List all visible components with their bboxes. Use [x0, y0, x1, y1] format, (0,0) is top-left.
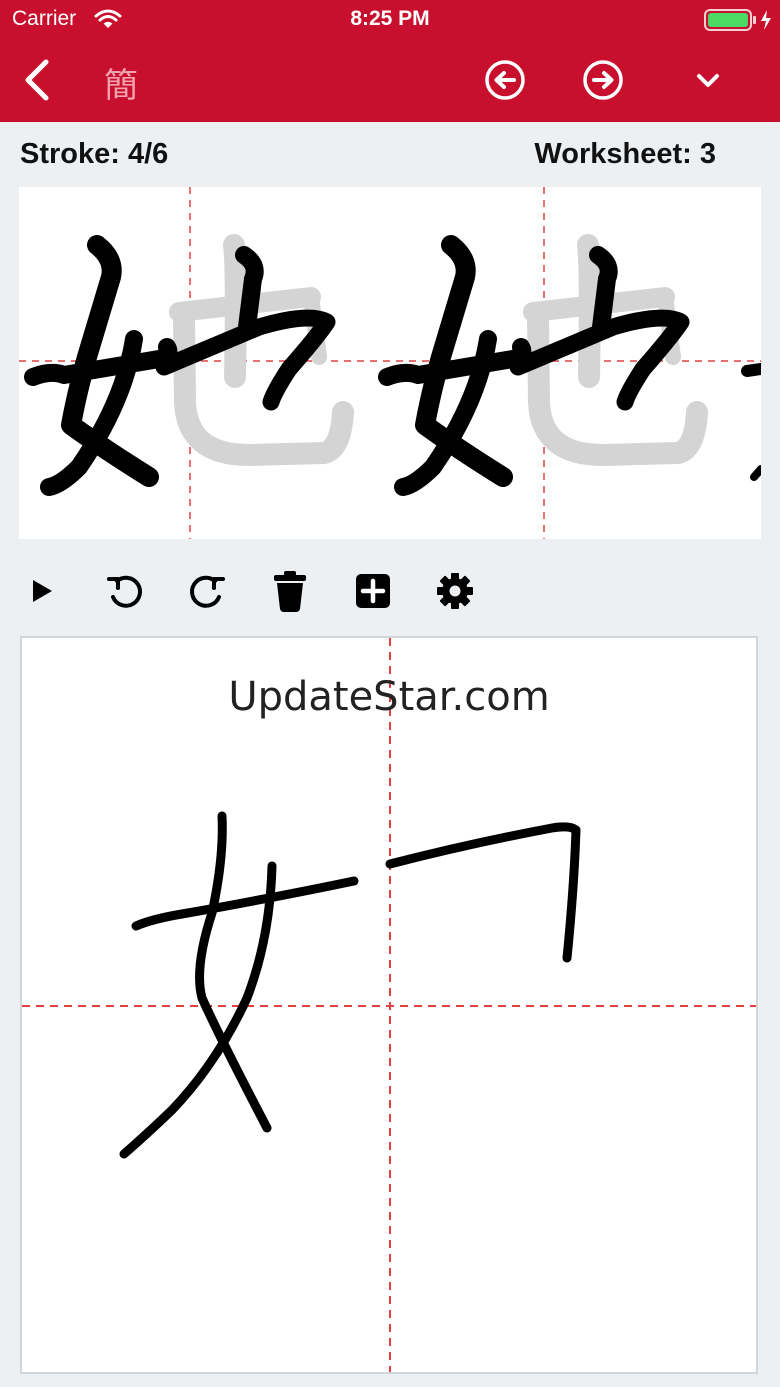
add-icon: [356, 574, 390, 608]
progress-info: Stroke: 4/6 Worksheet: 3: [0, 130, 780, 180]
stroke-count: Stroke: 4/6: [20, 138, 169, 170]
worksheet-strip[interactable]: [19, 187, 761, 539]
play-icon: [33, 580, 52, 602]
next-character-button[interactable]: [581, 58, 625, 102]
play-button[interactable]: [19, 566, 63, 616]
gear-icon: [437, 573, 473, 609]
next-character-icon: [583, 60, 623, 100]
battery-icon: [704, 8, 776, 37]
model-character: [378, 234, 708, 496]
back-icon: [25, 59, 49, 101]
back-button[interactable]: [18, 56, 58, 104]
model-character-partial: [741, 363, 761, 377]
watermark: UpdateStar.com: [228, 674, 550, 720]
simplified-traditional-toggle[interactable]: 簡: [104, 58, 138, 107]
user-strokes: [119, 811, 581, 1159]
navigation-bar: 簡: [0, 40, 780, 122]
undo-button[interactable]: [103, 566, 147, 616]
clock: 8:25 PM: [350, 7, 430, 30]
redo-button[interactable]: [185, 566, 229, 616]
more-options-button[interactable]: [686, 58, 730, 102]
add-worksheet-button[interactable]: [351, 566, 395, 616]
previous-character-icon: [485, 60, 525, 100]
chevron-down-icon: [697, 74, 719, 87]
trash-icon: [274, 571, 306, 612]
drawing-toolbar: [0, 562, 780, 622]
worksheet-number: Worksheet: 3: [534, 138, 716, 170]
previous-character-button[interactable]: [483, 58, 527, 102]
redo-icon: [190, 575, 225, 608]
status-bar: Carrier 8:25 PM: [0, 0, 780, 40]
settings-button[interactable]: [433, 566, 477, 616]
practice-canvas[interactable]: UpdateStar.com: [20, 636, 758, 1374]
model-character: [24, 234, 354, 496]
clear-button[interactable]: [268, 566, 312, 616]
undo-icon: [107, 575, 142, 608]
app-header: Carrier 8:25 PM 簡: [0, 0, 780, 122]
